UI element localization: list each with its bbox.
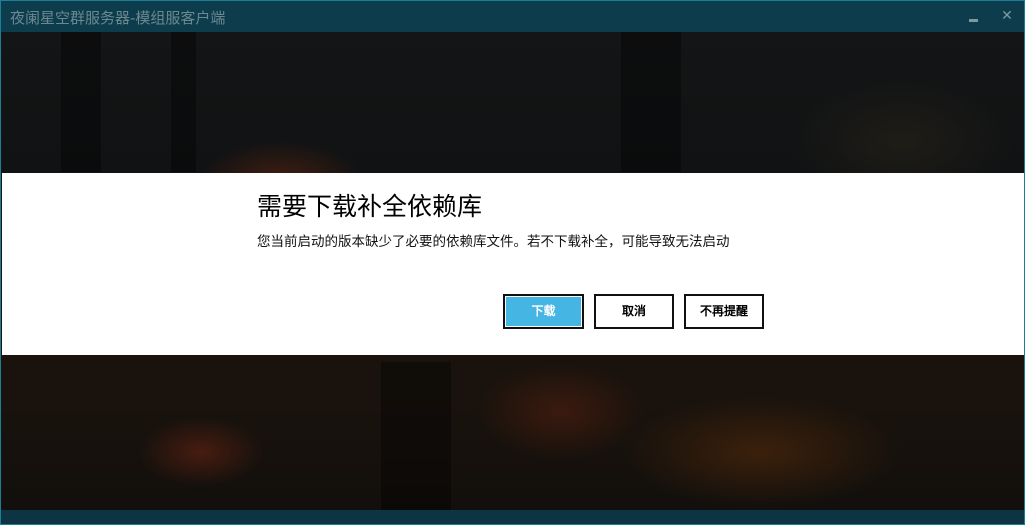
background-shadow xyxy=(61,32,101,172)
background-shadow xyxy=(381,362,451,512)
dialog-message: 您当前启动的版本缺少了必要的依赖库文件。若不下载补全，可能导致无法启动 xyxy=(257,234,730,250)
window-title: 夜阑星空群服务器-模组服客户端 xyxy=(10,9,226,27)
cancel-button[interactable]: 取消 xyxy=(594,294,674,329)
background-shadow xyxy=(171,32,196,172)
app-window: 夜阑星空群服务器-模组服客户端 ✕ 需要下载补全依赖库 您当前启动的版本缺少了必… xyxy=(0,0,1025,525)
close-icon: ✕ xyxy=(1001,8,1013,24)
dependency-dialog: 需要下载补全依赖库 您当前启动的版本缺少了必要的依赖库文件。若不下载补全，可能导… xyxy=(2,173,1024,355)
close-button[interactable]: ✕ xyxy=(996,6,1018,26)
no-remind-button[interactable]: 不再提醒 xyxy=(684,294,764,329)
download-button[interactable]: 下载 xyxy=(503,294,584,329)
minimize-button[interactable] xyxy=(963,6,985,26)
minimize-icon xyxy=(969,19,978,22)
title-bar[interactable]: 夜阑星空群服务器-模组服客户端 ✕ xyxy=(1,1,1024,32)
dialog-title: 需要下载补全依赖库 xyxy=(257,192,483,221)
background-shadow xyxy=(621,32,681,172)
bottom-bar xyxy=(1,510,1024,524)
